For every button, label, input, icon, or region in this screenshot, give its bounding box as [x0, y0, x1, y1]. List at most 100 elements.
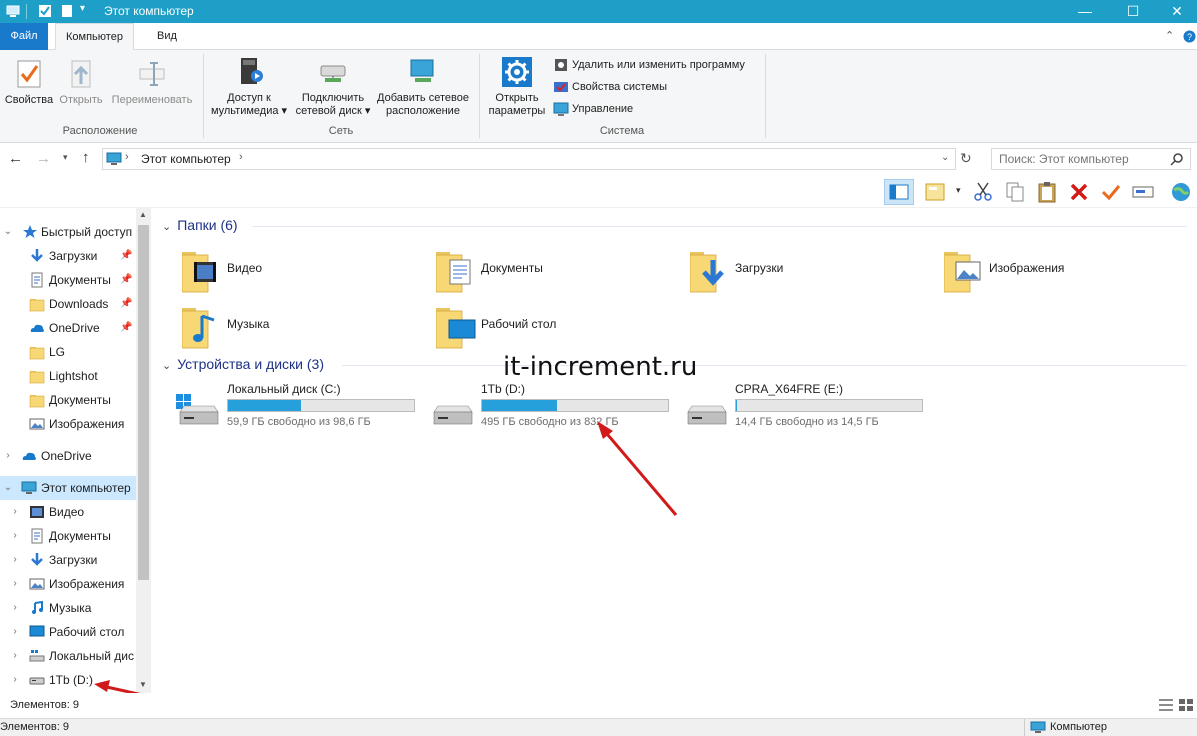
- properties-icon[interactable]: [38, 4, 52, 18]
- nav-pc-item[interactable]: › Локальный дис: [0, 644, 136, 668]
- nav-quick-item[interactable]: Документы: [0, 388, 136, 412]
- collapse-chevron-icon[interactable]: ⌄: [162, 221, 171, 233]
- address-bar[interactable]: › Этот компьютер › ⌄: [102, 148, 956, 170]
- refresh-button[interactable]: ↻: [960, 150, 972, 167]
- uninstall-program-button[interactable]: Удалить или изменить программу: [553, 56, 745, 76]
- nav-quick-item[interactable]: Загрузки 📌: [0, 244, 136, 268]
- folder-icon: [29, 347, 45, 360]
- recent-locations-dropdown[interactable]: ▾: [63, 152, 68, 163]
- preview-pane-icon[interactable]: [884, 179, 914, 205]
- folder-downloads[interactable]: Загрузки: [690, 246, 940, 298]
- nav-onedrive[interactable]: › OneDrive: [0, 444, 136, 468]
- nav-pc-item[interactable]: › Музыка: [0, 596, 136, 620]
- map-network-drive-button[interactable]: Подключить сетевой диск ▾: [292, 56, 374, 118]
- breadcrumb-separator[interactable]: ›: [239, 151, 243, 163]
- breadcrumb-separator[interactable]: ›: [125, 151, 129, 163]
- nav-scroll-down[interactable]: ▼: [139, 680, 147, 689]
- expand-chevron-icon[interactable]: ›: [9, 644, 21, 668]
- nav-pc-item[interactable]: › Загрузки: [0, 548, 136, 572]
- nav-pc-item[interactable]: › Рабочий стол: [0, 620, 136, 644]
- section-folders[interactable]: ⌄ Папки (6): [162, 217, 238, 233]
- open-settings-button[interactable]: Открыть параметры: [485, 56, 549, 118]
- rename-field-icon[interactable]: [1132, 181, 1154, 203]
- items-count-bottom: Элементов: 9: [0, 721, 69, 733]
- drive-tile[interactable]: 1Tb (D:) 495 ГБ свободно из 832 ГБ: [430, 382, 680, 432]
- delete-icon[interactable]: [1068, 181, 1090, 203]
- large-icons-view-icon[interactable]: [1178, 698, 1194, 712]
- nav-quick-access[interactable]: ⌄ Быстрый доступ: [0, 220, 136, 244]
- nav-pc-item[interactable]: › 1Tb (D:): [0, 668, 136, 692]
- manage-button[interactable]: Управление: [553, 100, 633, 120]
- pin-icon: 📌: [120, 250, 133, 261]
- rename-button[interactable]: Переименовать: [108, 58, 196, 107]
- folder-documents[interactable]: Документы: [436, 246, 686, 298]
- expand-chevron-icon[interactable]: ⌄: [2, 476, 14, 500]
- computer-icon: [21, 481, 37, 494]
- close-button[interactable]: ✕: [1154, 0, 1197, 23]
- breadcrumb-this-pc[interactable]: Этот компьютер: [141, 152, 231, 166]
- nav-quick-item[interactable]: Изображения: [0, 412, 136, 436]
- nav-quick-item[interactable]: Документы 📌: [0, 268, 136, 292]
- system-properties-button[interactable]: Свойства системы: [553, 78, 667, 98]
- nav-pc-item[interactable]: › Видео: [0, 500, 136, 524]
- nav-scroll-up[interactable]: ▲: [139, 210, 147, 219]
- minimize-button[interactable]: —: [1062, 0, 1108, 23]
- folder-pictures[interactable]: Изображения: [944, 246, 1194, 298]
- star-icon: [23, 225, 37, 238]
- back-button[interactable]: ←: [8, 150, 23, 167]
- nav-quick-item[interactable]: LG: [0, 340, 136, 364]
- folder-music[interactable]: Музыка: [182, 302, 432, 354]
- up-button[interactable]: ↑: [82, 149, 90, 166]
- expand-chevron-icon[interactable]: ⌄: [2, 220, 14, 244]
- open-button[interactable]: Открыть: [57, 58, 105, 107]
- nav-quick-item[interactable]: Downloads 📌: [0, 292, 136, 316]
- help-icon[interactable]: ?: [1183, 30, 1196, 43]
- nav-this-pc[interactable]: ⌄ Этот компьютер: [0, 476, 136, 500]
- expand-chevron-icon[interactable]: ›: [9, 668, 21, 692]
- title-bar: ▾ Этот компьютер — ☐ ✕: [0, 0, 1197, 23]
- search-icon[interactable]: [1170, 152, 1184, 166]
- folder-video[interactable]: Видео: [182, 246, 432, 298]
- copy-icon[interactable]: [1004, 181, 1026, 203]
- globe-icon[interactable]: [1170, 181, 1192, 203]
- checkmark-icon[interactable]: [1100, 181, 1122, 203]
- group-system-label: Система: [599, 125, 645, 137]
- expand-chevron-icon[interactable]: ›: [9, 548, 21, 572]
- details-view-icon[interactable]: [1158, 698, 1174, 712]
- section-drives[interactable]: ⌄ Устройства и диски (3): [162, 356, 324, 372]
- search-input[interactable]: [991, 148, 1191, 170]
- add-network-location-button[interactable]: Добавить сетевое расположение: [373, 56, 473, 118]
- collapse-ribbon-icon[interactable]: ⌃: [1165, 29, 1174, 42]
- nav-scrollbar-thumb[interactable]: [138, 225, 149, 580]
- address-dropdown-icon[interactable]: ⌄: [941, 152, 949, 163]
- layout-dropdown-icon[interactable]: ▾: [956, 185, 961, 196]
- collapse-chevron-icon[interactable]: ⌄: [162, 360, 171, 372]
- maximize-button[interactable]: ☐: [1110, 0, 1156, 23]
- tab-computer[interactable]: Компьютер: [55, 23, 134, 50]
- drive-name: CPRA_X64FRE (E:): [735, 382, 844, 396]
- tab-file[interactable]: Файл: [0, 23, 48, 50]
- paste-icon[interactable]: [1036, 181, 1058, 203]
- drive-tile[interactable]: CPRA_X64FRE (E:) 14,4 ГБ свободно из 14,5…: [684, 382, 934, 432]
- quick-access-dropdown-icon[interactable]: ▾: [80, 3, 85, 14]
- nav-quick-item[interactable]: OneDrive 📌: [0, 316, 136, 340]
- nav-pc-item[interactable]: › Изображения: [0, 572, 136, 596]
- cut-icon[interactable]: [972, 181, 994, 203]
- nav-quick-item[interactable]: Lightshot: [0, 364, 136, 388]
- expand-chevron-icon[interactable]: ›: [9, 572, 21, 596]
- layout-icon[interactable]: [924, 181, 946, 203]
- properties-button[interactable]: Свойства: [3, 58, 55, 107]
- expand-chevron-icon[interactable]: ›: [9, 500, 21, 524]
- nav-pc-item[interactable]: › Документы: [0, 524, 136, 548]
- folder-desktop[interactable]: Рабочий стол: [436, 302, 686, 354]
- expand-chevron-icon[interactable]: ›: [2, 444, 14, 468]
- media-access-button[interactable]: Доступ к мультимедиа ▾: [208, 56, 290, 118]
- expand-chevron-icon[interactable]: ›: [9, 620, 21, 644]
- drive-tile[interactable]: Локальный диск (C:) 59,9 ГБ свободно из 9…: [176, 382, 426, 432]
- expand-chevron-icon[interactable]: ›: [9, 524, 21, 548]
- tab-view[interactable]: Вид: [147, 23, 187, 50]
- expand-chevron-icon[interactable]: ›: [9, 596, 21, 620]
- forward-button[interactable]: →: [36, 150, 51, 167]
- pin-icon: 📌: [120, 322, 133, 333]
- new-folder-icon[interactable]: [60, 4, 74, 18]
